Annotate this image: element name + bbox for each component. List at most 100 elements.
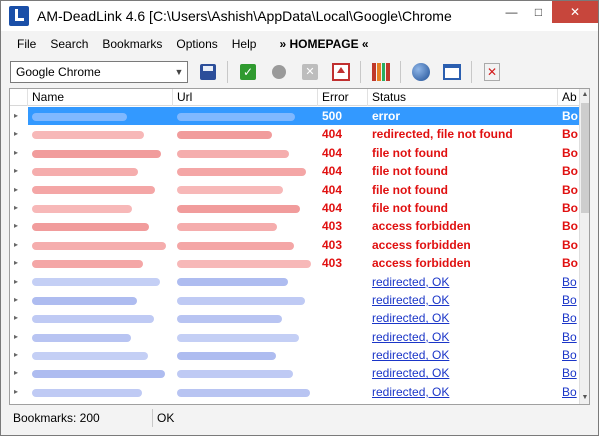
scroll-up-icon[interactable]: ▲ <box>580 89 589 101</box>
open-browser-button[interactable] <box>410 61 432 83</box>
menu-help[interactable]: Help <box>225 34 264 54</box>
row-ab-link[interactable]: Bo <box>562 330 577 344</box>
row-url-redacted <box>173 291 318 309</box>
column-header-error[interactable]: Error <box>318 89 368 106</box>
row-status[interactable]: redirected, OK <box>368 364 558 382</box>
row-status[interactable]: redirected, OK <box>368 383 558 401</box>
close-button[interactable]: ✕ <box>552 1 598 23</box>
row-ab[interactable]: Bo <box>558 273 580 291</box>
table-row[interactable]: ▸ 404 file not found Bo <box>10 181 580 199</box>
column-header-url[interactable]: Url <box>173 89 318 106</box>
row-ab: Bo <box>562 182 578 197</box>
delete-button[interactable]: ✕ <box>481 61 503 83</box>
column-header-status[interactable]: Status <box>368 89 558 106</box>
check-links-button[interactable]: ✓ <box>237 61 259 83</box>
title-bar[interactable]: AM-DeadLink 4.6 [C:\Users\Ashish\AppData… <box>1 1 598 31</box>
window-button[interactable] <box>441 61 463 83</box>
browser-select[interactable]: Google Chrome ▼ <box>10 61 188 83</box>
row-marker-icon: ▸ <box>14 221 19 231</box>
row-status-link[interactable]: redirected, OK <box>372 348 449 362</box>
table-row[interactable]: ▸ redirected, OK Bo <box>10 364 580 382</box>
row-marker-icon: ▸ <box>14 276 19 286</box>
row-ab-link[interactable]: Bo <box>562 385 577 399</box>
row-ab-link[interactable]: Bo <box>562 366 577 380</box>
row-status[interactable]: redirected, OK <box>368 328 558 346</box>
row-marker-icon: ▸ <box>14 386 19 396</box>
row-url-redacted <box>173 107 318 126</box>
menu-file[interactable]: File <box>10 34 43 54</box>
table-row[interactable]: ▸ 404 file not found Bo <box>10 199 580 217</box>
apple-button[interactable] <box>268 61 290 83</box>
row-name-redacted <box>28 217 173 235</box>
status-bar: Bookmarks: 200 OK <box>1 407 598 429</box>
row-name-redacted <box>28 199 173 217</box>
table-row[interactable]: ▸ 403 access forbidden Bo <box>10 217 580 235</box>
row-status-link[interactable]: redirected, OK <box>372 366 449 380</box>
table-row[interactable]: ▸ redirected, OK Bo <box>10 291 580 309</box>
table-row[interactable]: ▸ redirected, OK Bo <box>10 309 580 327</box>
row-status[interactable]: redirected, OK <box>368 291 558 309</box>
row-status-link[interactable]: redirected, OK <box>372 293 449 307</box>
table-row[interactable]: ▸ 500 error Bo <box>10 107 580 126</box>
table-row[interactable]: ▸ 404 file not found Bo <box>10 162 580 180</box>
row-status[interactable]: redirected, OK <box>368 273 558 291</box>
menu-search[interactable]: Search <box>43 34 95 54</box>
row-url-redacted <box>173 328 318 346</box>
row-status[interactable]: redirected, OK <box>368 309 558 327</box>
table-row[interactable]: ▸ 403 access forbidden Bo <box>10 254 580 272</box>
column-header-name[interactable]: Name <box>28 89 173 106</box>
row-ab-link[interactable]: Bo <box>562 275 577 289</box>
row-error-code <box>318 383 368 401</box>
scroll-down-icon[interactable]: ▼ <box>580 392 589 404</box>
row-url-redacted <box>173 254 318 272</box>
column-header-marker[interactable] <box>10 89 28 106</box>
bookmarks-button[interactable] <box>370 61 392 83</box>
table-row[interactable]: ▸ redirected, OK Bo <box>10 328 580 346</box>
maximize-button[interactable]: □ <box>525 1 552 23</box>
row-status-link[interactable]: redirected, OK <box>372 275 449 289</box>
row-ab[interactable]: Bo <box>558 364 580 382</box>
scrollbar-thumb[interactable] <box>581 103 589 213</box>
row-ab: Bo <box>562 256 578 271</box>
table-row[interactable]: ▸ redirected, OK Bo <box>10 383 580 401</box>
row-marker-icon: ▸ <box>14 166 19 176</box>
apple-icon <box>272 65 286 79</box>
row-url-redacted <box>173 309 318 327</box>
menu-options[interactable]: Options <box>169 34 224 54</box>
row-ab[interactable]: Bo <box>558 309 580 327</box>
cancel-button[interactable]: ✕ <box>299 61 321 83</box>
row-error-code: 404 <box>322 182 343 197</box>
bookmark-list[interactable]: Name Url Error Status Ab ▸ 500 error Bo ▸ 404… <box>9 88 590 405</box>
table-row[interactable]: ▸ 403 access forbidden Bo <box>10 236 580 254</box>
home-button[interactable] <box>330 61 352 83</box>
table-row[interactable]: ▸ redirected, OK Bo <box>10 346 580 364</box>
row-ab[interactable]: Bo <box>558 346 580 364</box>
row-ab[interactable]: Bo <box>558 291 580 309</box>
menu-homepage[interactable]: » HOMEPAGE « <box>275 37 372 51</box>
row-ab-link[interactable]: Bo <box>562 348 577 362</box>
row-status-link[interactable]: redirected, OK <box>372 330 449 344</box>
row-status[interactable]: redirected, OK <box>368 346 558 364</box>
row-status-link[interactable]: redirected, OK <box>372 385 449 399</box>
window-title: AM-DeadLink 4.6 [C:\Users\Ashish\AppData… <box>37 8 452 24</box>
vertical-scrollbar[interactable]: ▲ ▼ <box>579 89 589 404</box>
table-row[interactable]: ▸ 404 redirected, file not found Bo <box>10 125 580 143</box>
list-rows: ▸ 500 error Bo ▸ 404 redirected, file not foun… <box>10 107 580 401</box>
table-row[interactable]: ▸ 404 file not found Bo <box>10 144 580 162</box>
row-ab-link[interactable]: Bo <box>562 293 577 307</box>
row-name-redacted <box>28 181 173 199</box>
row-ab[interactable]: Bo <box>558 328 580 346</box>
save-button[interactable] <box>197 61 219 83</box>
column-header-ab[interactable]: Ab <box>558 89 580 106</box>
table-row[interactable]: ▸ redirected, OK Bo <box>10 273 580 291</box>
menu-bookmarks[interactable]: Bookmarks <box>95 34 169 54</box>
row-status: file not found <box>372 182 448 197</box>
row-url-redacted <box>173 383 318 401</box>
row-status-link[interactable]: redirected, OK <box>372 311 449 325</box>
row-ab: Bo <box>558 107 580 126</box>
row-ab-link[interactable]: Bo <box>562 311 577 325</box>
minimize-button[interactable]: — <box>498 1 525 23</box>
books-icon <box>372 63 390 81</box>
status-text: OK <box>157 411 175 425</box>
row-ab[interactable]: Bo <box>558 383 580 401</box>
